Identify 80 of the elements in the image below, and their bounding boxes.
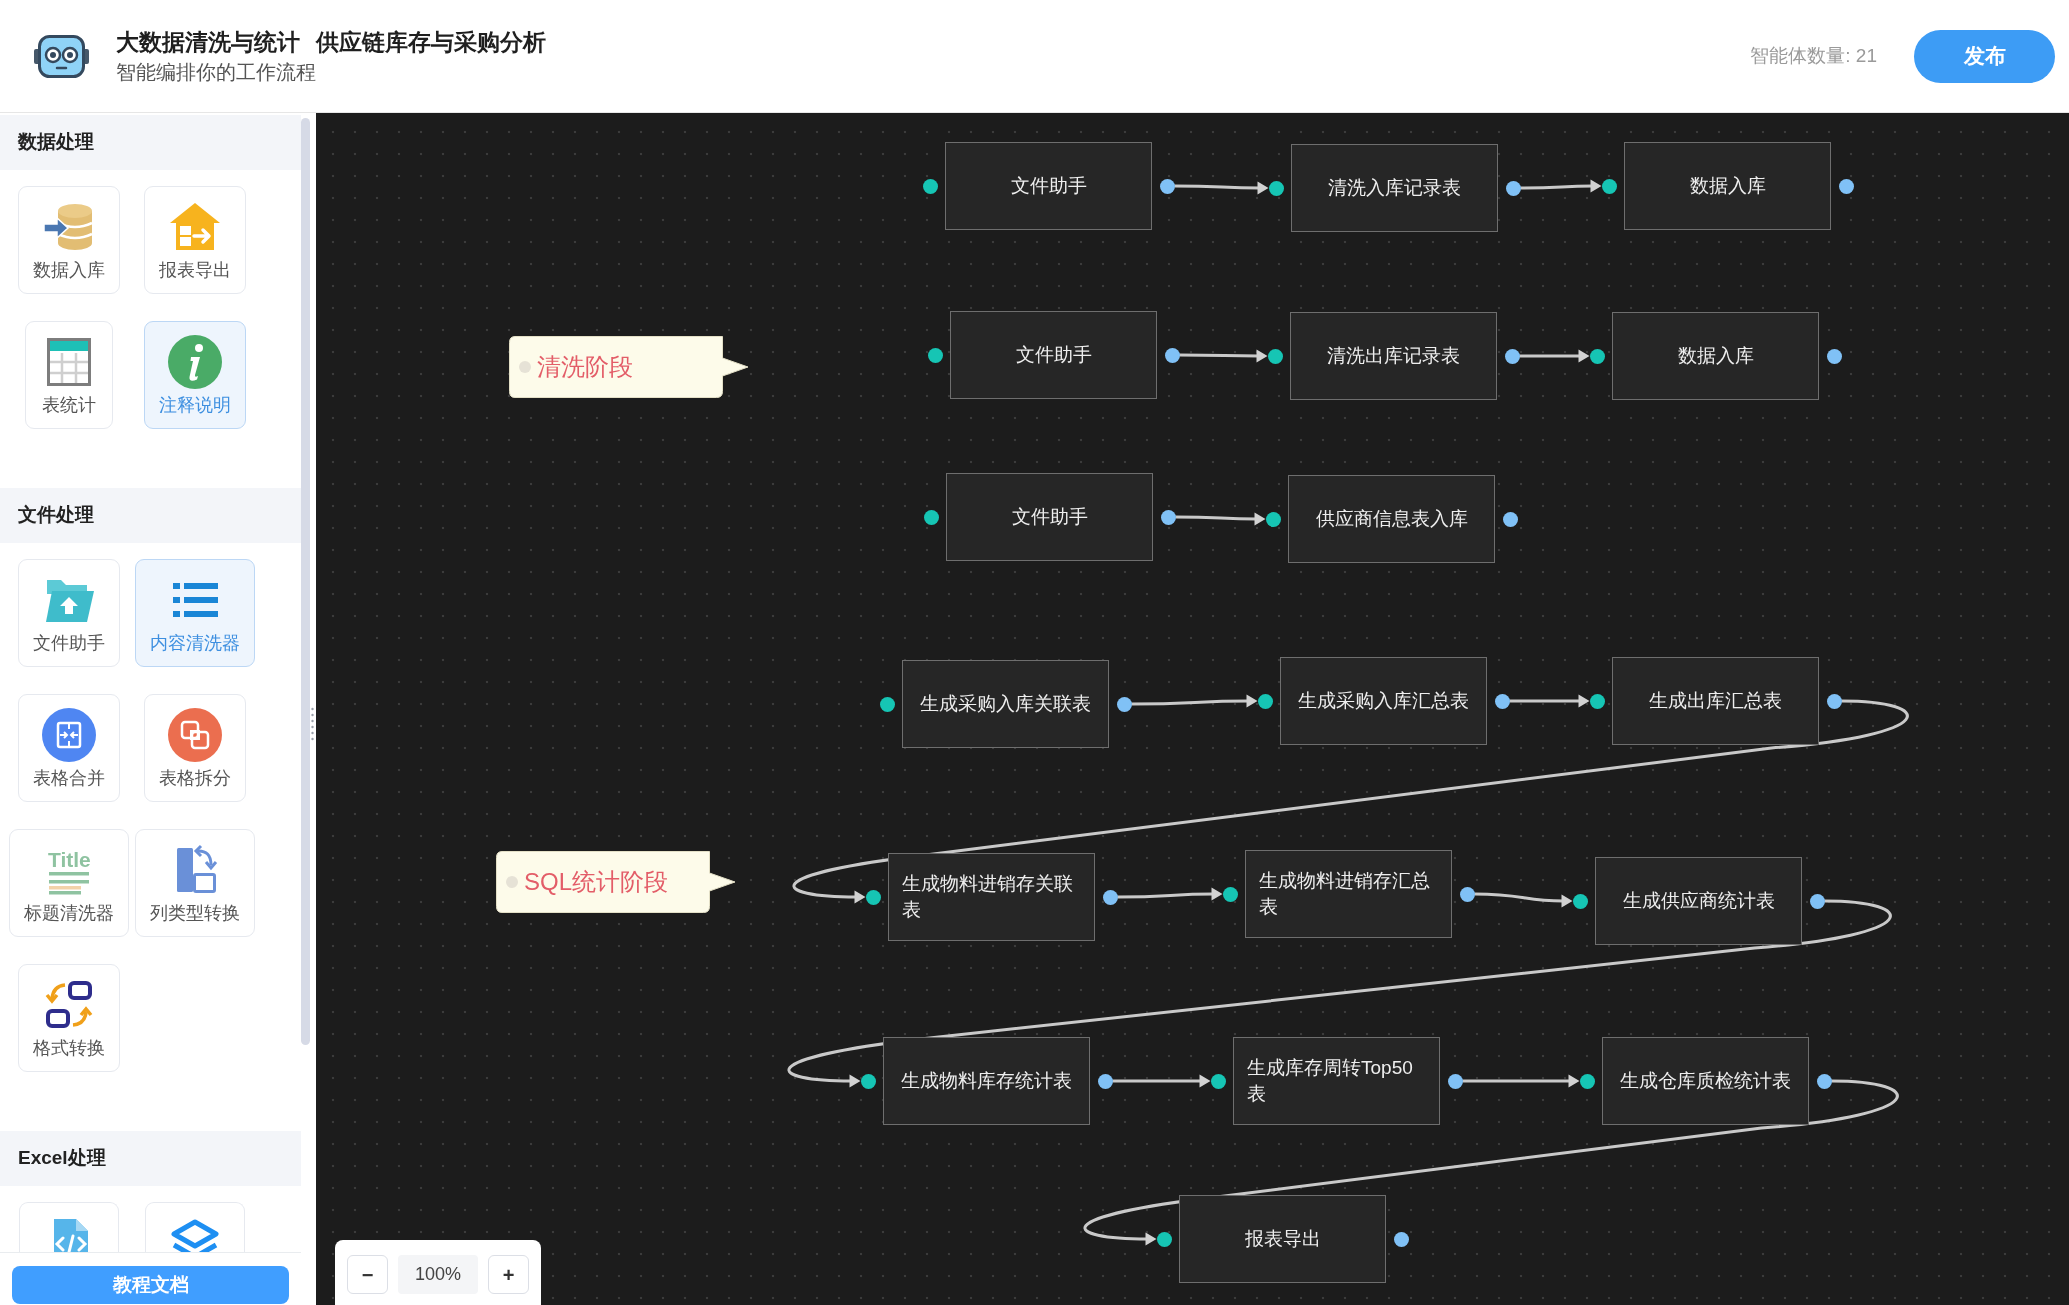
output-port-icon[interactable] [1102, 889, 1118, 905]
input-port-icon[interactable] [1156, 1231, 1172, 1247]
input-port-icon[interactable] [1579, 1073, 1595, 1089]
workflow-node[interactable]: 供应商信息表入库 [1288, 475, 1495, 563]
output-port-icon[interactable] [1447, 1073, 1463, 1089]
workflow-node[interactable]: 数据入库 [1624, 142, 1831, 230]
sidebar-tool-item[interactable]: 报表导出 [144, 186, 246, 294]
workflow-node[interactable]: 文件助手 [946, 473, 1153, 561]
input-port-icon[interactable] [1257, 693, 1273, 709]
input-port-icon[interactable] [1601, 178, 1617, 194]
app-subtitle: 智能编排你的工作流程 [116, 60, 317, 85]
output-port-icon[interactable] [1502, 511, 1518, 527]
workflow-node[interactable]: 生成物料进销存汇总表 [1245, 850, 1452, 938]
input-port-icon[interactable] [1572, 893, 1588, 909]
output-port-icon[interactable] [1393, 1231, 1409, 1247]
output-port-icon[interactable] [1459, 886, 1475, 902]
output-port-icon[interactable] [1826, 693, 1842, 709]
output-port-icon[interactable] [1159, 178, 1175, 194]
output-port-icon[interactable] [1097, 1073, 1113, 1089]
input-port-icon[interactable] [1589, 348, 1605, 364]
output-port-icon[interactable] [1826, 348, 1842, 364]
input-port-icon[interactable] [865, 889, 881, 905]
app-title: 大数据清洗与统计 [116, 28, 300, 57]
info-icon [167, 334, 223, 390]
zoom-level-text: 100% [398, 1255, 478, 1294]
sidebar-tool-item[interactable]: 列类型转换 [135, 829, 255, 937]
output-port-icon[interactable] [1505, 180, 1521, 196]
input-port-icon[interactable] [1222, 886, 1238, 902]
sidebar-tool-item[interactable]: 格式转换 [18, 964, 120, 1072]
output-port-icon[interactable] [1494, 693, 1510, 709]
output-port-icon[interactable] [1504, 348, 1520, 364]
workflow-node[interactable]: 生成采购入库汇总表 [1280, 657, 1487, 745]
input-port-icon[interactable] [860, 1073, 876, 1089]
sidebar-tool-item[interactable]: 表格拆分 [144, 694, 246, 802]
workflow-node[interactable]: 生成采购入库关联表 [902, 660, 1109, 748]
scrollbar-thumb[interactable] [301, 118, 310, 1045]
input-port-icon[interactable] [1265, 511, 1281, 527]
output-port-icon[interactable] [1809, 893, 1825, 909]
workflow-node[interactable]: 生成库存周转Top50表 [1233, 1037, 1440, 1125]
output-port-icon[interactable] [1838, 178, 1854, 194]
agent-count-text: 智能体数量: 21 [1750, 43, 1877, 68]
merge-columns-icon [41, 707, 97, 763]
section-header: Excel处理 [0, 1131, 301, 1186]
output-port-icon[interactable] [1164, 347, 1180, 363]
connector-arrow [1519, 349, 1590, 363]
section-header: 文件处理 [0, 488, 301, 543]
sidebar-tool-item[interactable]: 数据入库 [18, 186, 120, 294]
input-port-icon[interactable] [1267, 348, 1283, 364]
zoom-out-button[interactable]: − [347, 1255, 388, 1294]
sidebar-tool-item[interactable]: 表统计 [25, 321, 113, 429]
sidebar-tool-item[interactable]: Title 标题清洗器 [9, 829, 129, 937]
overlapping-squares-icon [167, 707, 223, 763]
output-port-icon[interactable] [1116, 696, 1132, 712]
workflow-node[interactable]: 生成仓库质检统计表 [1602, 1037, 1809, 1125]
sidebar-tool-item[interactable]: 表格合并 [18, 694, 120, 802]
sidebar-tool-item[interactable] [145, 1202, 245, 1252]
input-port-icon[interactable] [927, 347, 943, 363]
workflow-node[interactable]: 文件助手 [945, 142, 1152, 230]
sidebar-tool-item[interactable]: 文件助手 [18, 559, 120, 667]
input-port-icon[interactable] [1268, 180, 1284, 196]
workflow-node[interactable]: 生成物料库存统计表 [883, 1037, 1090, 1125]
workflow-node[interactable]: 生成供应商统计表 [1595, 857, 1802, 945]
workflow-node[interactable]: 生成出库汇总表 [1612, 657, 1819, 745]
output-port-icon[interactable] [1160, 509, 1176, 525]
workflow-node[interactable]: 报表导出 [1179, 1195, 1386, 1283]
workflow-node[interactable]: 生成物料进销存关联表 [888, 853, 1095, 941]
input-port-icon[interactable] [1210, 1073, 1226, 1089]
input-port-icon[interactable] [1589, 693, 1605, 709]
output-port-icon[interactable] [1816, 1073, 1832, 1089]
input-port-icon[interactable] [922, 178, 938, 194]
input-port-icon[interactable] [879, 696, 895, 712]
resize-handle-icon[interactable] [311, 707, 314, 741]
workflow-node[interactable]: 清洗出库记录表 [1290, 312, 1497, 400]
zoom-in-button[interactable]: + [488, 1255, 529, 1294]
section-header: 数据处理 [0, 115, 301, 170]
input-port-icon[interactable] [923, 509, 939, 525]
workflow-node[interactable]: 文件助手 [950, 311, 1157, 399]
workflow-node[interactable]: 清洗入库记录表 [1291, 144, 1498, 232]
workflow-node[interactable]: 数据入库 [1612, 312, 1819, 400]
project-title: 供应链库存与采购分析 [316, 28, 546, 57]
